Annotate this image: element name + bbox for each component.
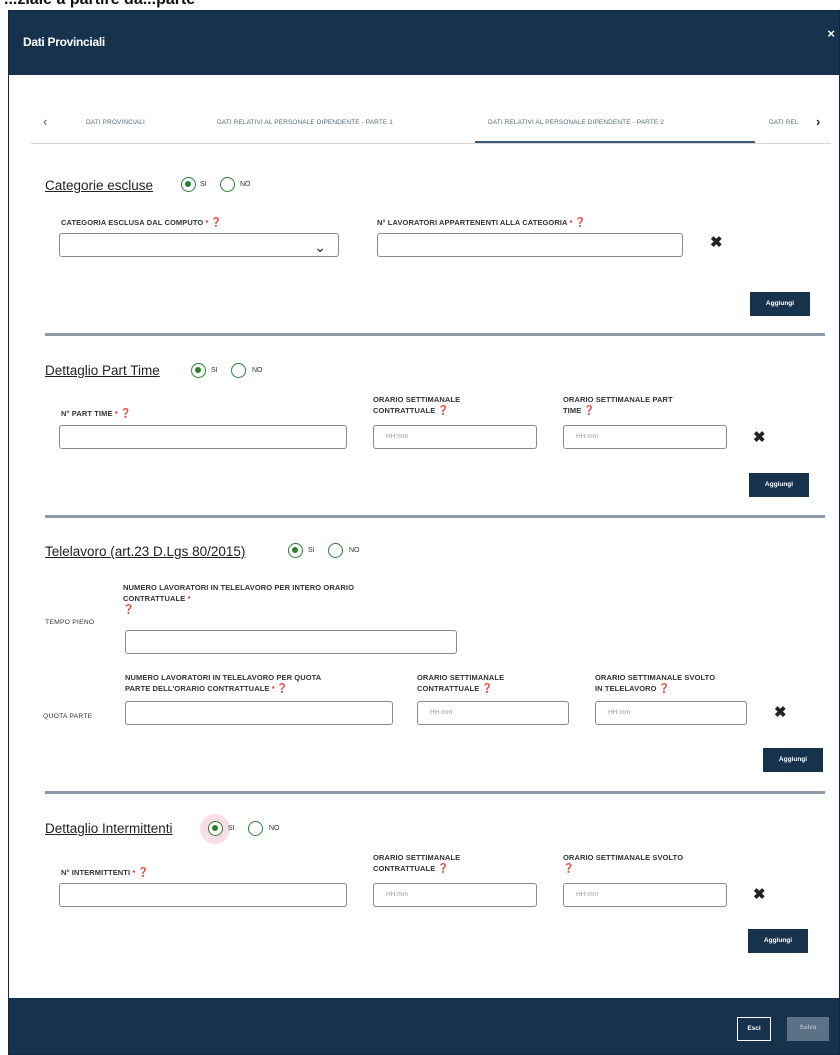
intermittenti-orario-contrattuale-input[interactable]: HH:mm [373,883,537,907]
remove-row-icon[interactable]: ✖ [753,885,766,903]
tab-overflow: DATI REL [769,108,809,142]
categorie-radio-si[interactable] [181,177,196,192]
remove-row-icon[interactable]: ✖ [710,233,723,251]
section-divider [45,791,825,794]
categorie-add-button[interactable]: Aggiungi [750,292,810,316]
parttime-radio-si-label: SI [211,367,218,374]
dialog-footer: Esci Salva [9,998,839,1054]
intermittenti-radio-no[interactable] [248,821,263,836]
orario-contrattuale-input[interactable]: HH:mm [373,425,537,449]
active-tab-indicator [475,141,755,143]
num-intermittenti-input[interactable] [59,883,347,907]
help-icon: ❓ [574,217,587,227]
dialog-header: Dati Provinciali × [9,11,839,75]
tab-personale-parte-1[interactable]: DATI RELATIVI AL PERSONALE DIPENDENTE - … [217,119,393,126]
help-icon: ❓ [437,863,449,873]
telelavoro-radio-no-label: NO [349,547,360,554]
num-part-time-input[interactable] [59,425,347,449]
intermittenti-radio-no-label: NO [269,825,280,832]
dialog-title: Dati Provinciali [23,35,105,49]
num-intermittenti-label: N° INTERMITTENTI * ❓ [61,867,149,877]
num-part-time-label: N° PART TIME * ❓ [61,408,132,418]
tab-bar: ‹ DATI PROVINCIALI DATI RELATIVI AL PERS… [31,98,831,144]
tab-dati-provinciali[interactable]: DATI PROVINCIALI [86,119,145,126]
intermittenti-radio-si[interactable] [208,821,223,836]
num-lavoratori-categoria-input[interactable] [377,233,683,257]
tab-dati-rel[interactable]: DATI REL [769,119,799,126]
categoria-esclusa-select[interactable]: ⌄ [59,233,339,257]
chevron-down-icon: ⌄ [314,239,326,255]
quota-orario-contrattuale-input[interactable]: HH:mm [417,701,569,725]
parttime-radio-no-label: NO [252,367,263,374]
intermittenti-orario-contrattuale-label: ORARIO SETTIMANALE CONTRATTUALE ❓ [373,853,461,873]
help-icon: ❓ [658,683,671,693]
help-icon: ❓ [123,604,135,614]
orario-part-time-input[interactable]: HH:mm [563,425,727,449]
section-intermittenti-title: Dettaglio Intermittenti [45,821,173,836]
orario-telelavoro-input[interactable]: HH:mm [595,701,747,725]
section-divider [45,333,825,336]
tab-personale-parte-2[interactable]: DATI RELATIVI AL PERSONALE DIPENDENTE - … [488,119,664,126]
intermittenti-orario-svolto-input[interactable]: HH:mm [563,883,727,907]
quota-parte-input[interactable] [125,701,393,725]
categorie-radio-no-label: NO [240,181,251,188]
categorie-radio-no[interactable] [220,177,235,192]
intermittenti-radio-si-label: SI [228,825,235,832]
help-icon: ❓ [583,405,595,415]
remove-row-icon[interactable]: ✖ [774,703,787,721]
tempo-pieno-field-label: NUMERO LAVORATORI IN TELELAVORO PER INTE… [123,583,355,614]
quota-orario-contrattuale-label: ORARIO SETTIMANALE CONTRATTUALE ❓ [417,673,505,693]
telelavoro-radio-no[interactable] [328,543,343,558]
parttime-radio-no[interactable] [231,363,246,378]
telelavoro-radio-si-label: SI [308,547,315,554]
section-telelavoro-title: Telelavoro (art.23 D.Lgs 80/2015) [45,544,246,559]
orario-part-time-label: ORARIO SETTIMANALE PART TIME ❓ [563,395,673,415]
intermittenti-orario-svolto-label: ORARIO SETTIMANALE SVOLTO ❓ [563,853,684,873]
modal-dialog: Dati Provinciali × ‹ DATI PROVINCIALI DA… [8,10,840,1055]
parttime-radio-si[interactable] [191,363,206,378]
help-icon: ❓ [481,683,493,693]
categorie-radio-si-label: SI [200,181,207,188]
section-divider [45,515,825,518]
tempo-pieno-input[interactable] [125,630,457,654]
tempo-pieno-label: TEMPO PIENO [45,619,95,626]
help-icon: ❓ [563,863,575,873]
help-icon: ❓ [437,405,449,415]
help-icon: ❓ [276,683,289,693]
remove-row-icon[interactable]: ✖ [753,428,766,446]
telelavoro-radio-si[interactable] [288,543,303,558]
num-lavoratori-categoria-label: N° LAVORATORI APPARTENENTI ALLA CATEGORI… [377,217,587,227]
section-categorie-escluse-title: Categorie escluse [45,178,154,193]
help-icon: ❓ [137,867,149,877]
page-caption: ...ziale a partire da...parte [0,0,840,10]
tab-next-arrow-icon[interactable]: › [816,114,820,129]
close-icon[interactable]: × [827,26,835,41]
help-icon: ❓ [119,408,132,418]
exit-button[interactable]: Esci [737,1017,771,1041]
tab-prev-arrow-icon[interactable]: ‹ [43,114,47,129]
categoria-esclusa-label: CATEGORIA ESCLUSA DAL COMPUTO * ❓ [61,217,223,227]
telelavoro-add-button[interactable]: Aggiungi [763,748,823,772]
orario-contrattuale-label: ORARIO SETTIMANALE CONTRATTUALE ❓ [373,395,461,415]
help-icon: ❓ [210,217,223,227]
parttime-add-button[interactable]: Aggiungi [749,473,809,497]
intermittenti-add-button[interactable]: Aggiungi [748,929,808,953]
section-part-time-title: Dettaglio Part Time [45,363,160,378]
quota-parte-label: QUOTA PARTE [43,713,93,720]
orario-telelavoro-label: ORARIO SETTIMANALE SVOLTO IN TELELAVORO ❓ [595,673,716,693]
quota-parte-field-label: NUMERO LAVORATORI IN TELELAVORO PER QUOT… [125,673,322,693]
save-button: Salva [787,1017,829,1041]
